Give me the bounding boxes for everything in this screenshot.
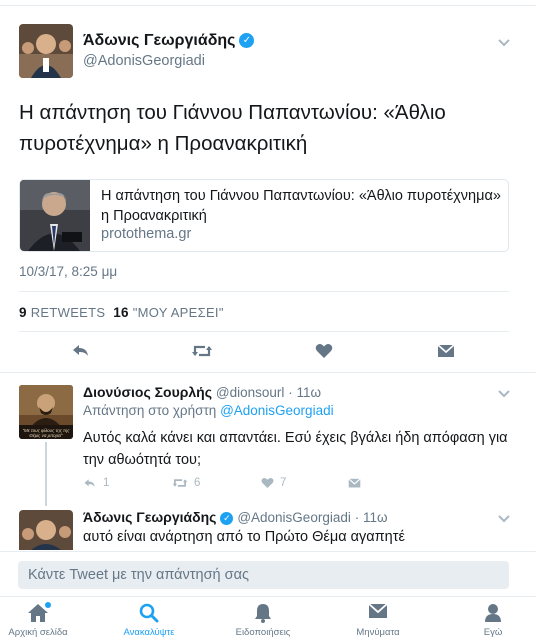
retweet-action[interactable]: 6	[172, 477, 200, 489]
likes-count: 16	[113, 305, 129, 320]
avatar-caption: "Με τους φίλους της της Θέμις να μπορεί"	[22, 428, 70, 438]
reply-text: Αυτός καλά κάνει και απαντάει. Εσύ έχεις…	[83, 430, 508, 468]
reply-time[interactable]: · 11ω	[288, 385, 321, 400]
author-name[interactable]: Άδωνις Γεωργιάδης	[83, 32, 235, 49]
heart-icon	[261, 477, 274, 489]
thread-connector	[45, 442, 47, 506]
person-icon	[485, 604, 501, 622]
tab-label: Ειδοποιήσεις	[235, 627, 291, 638]
heart-icon[interactable]	[315, 343, 333, 359]
reply-author-handle[interactable]: @AdonisGeorgiadi	[237, 510, 351, 525]
reply-count: 1	[103, 477, 110, 489]
reply-action[interactable]: 1	[83, 477, 109, 489]
direct-message-icon[interactable]	[348, 478, 361, 489]
replying-to: Απάντηση στο χρήστη @AdonisGeorgiadi	[83, 403, 334, 418]
tweet-text: Η απάντηση του Γιάννου Παπαντωνίου: «Άθλ…	[19, 101, 446, 155]
author-name-row[interactable]: Άδωνις Γεωργιάδης ✓	[83, 32, 255, 50]
tab-explore[interactable]: Ανακαλύψτε	[94, 597, 204, 640]
reply-icon	[84, 478, 95, 487]
divider	[0, 372, 536, 373]
like-action[interactable]: 7	[261, 477, 286, 489]
likes-stat[interactable]: 16 "ΜΟΥ ΑΡΕΣΕΙ"	[113, 305, 224, 320]
tab-me[interactable]: Εγώ	[438, 597, 536, 640]
divider	[19, 291, 509, 292]
likes-label: "ΜΟΥ ΑΡΕΣΕΙ"	[132, 305, 224, 320]
direct-message-icon[interactable]	[437, 344, 455, 359]
top-divider	[0, 0, 536, 6]
bell-icon	[255, 604, 271, 623]
envelope-icon	[368, 603, 388, 618]
retweets-stat[interactable]: 9 RETWEETS	[19, 305, 105, 320]
reply-author-name[interactable]: Άδωνις Γεωργιάδης	[83, 509, 216, 525]
divider	[19, 331, 509, 332]
replying-to-link[interactable]: @AdonisGeorgiadi	[220, 403, 334, 418]
tab-messages[interactable]: Μηνύματα	[323, 597, 433, 640]
chevron-down-icon[interactable]	[497, 514, 511, 524]
retweet-icon	[172, 479, 188, 487]
retweets-count: 9	[19, 305, 27, 320]
reply-text: αυτό είναι ανάρτηση από το Πρώτο Θέμα αγ…	[83, 529, 405, 545]
reply-author-name[interactable]: Διονύσιος Σουρλής	[83, 384, 212, 400]
replying-prefix: Απάντηση στο χρήστη	[83, 403, 217, 418]
author-handle[interactable]: @AdonisGeorgiadi	[83, 53, 205, 69]
reply-author-handle[interactable]: @dionsourl	[216, 385, 285, 400]
verified-badge-icon: ✓	[239, 33, 255, 49]
retweet-count: 6	[194, 477, 201, 489]
avatar[interactable]	[19, 510, 73, 550]
reply-author-row[interactable]: Διονύσιος Σουρλής @dionsourl · 11ω	[83, 384, 321, 400]
card-title: Η απάντηση του Γιάννου Παπαντωνίου: «Άθλ…	[101, 188, 501, 224]
tab-notifications[interactable]: Ειδοποιήσεις	[208, 597, 318, 640]
notification-dot	[45, 602, 51, 608]
reply-composer-input[interactable]: Κάντε Tweet με την απάντησή σας	[18, 561, 509, 589]
bottom-tab-bar: Αρχική σελίδα Ανακαλύψτε Ειδοποιήσεις Μη…	[0, 596, 536, 640]
engagement-stats: 9 RETWEETS 16 "ΜΟΥ ΑΡΕΣΕΙ"	[19, 305, 224, 320]
tab-home[interactable]: Αρχική σελίδα	[0, 597, 93, 640]
tab-label: Εγώ	[483, 627, 503, 638]
reply-icon[interactable]	[71, 343, 91, 359]
like-count: 7	[280, 477, 287, 489]
avatar[interactable]	[19, 24, 73, 78]
author-photo	[19, 510, 73, 550]
tab-label: Αρχική σελίδα	[8, 627, 68, 638]
avatar[interactable]: "Με τους φίλους της της Θέμις να μπορεί"	[19, 385, 73, 439]
card-domain: protothema.gr	[101, 226, 192, 242]
card-thumbnail	[20, 180, 90, 251]
link-card[interactable]: Η απάντηση του Γιάννου Παπαντωνίου: «Άθλ…	[19, 179, 509, 252]
reply-author-row[interactable]: Άδωνις Γεωργιάδης ✓ @AdonisGeorgiadi · 11…	[83, 509, 388, 525]
author-photo	[19, 24, 73, 78]
verified-badge-icon: ✓	[220, 511, 234, 525]
search-icon	[139, 603, 159, 623]
timestamp[interactable]: 10/3/17, 8:25 μμ	[19, 264, 117, 279]
chevron-down-icon[interactable]	[497, 38, 511, 48]
reply-time[interactable]: · 11ω	[355, 510, 388, 525]
retweets-label: RETWEETS	[30, 305, 106, 320]
chevron-down-icon[interactable]	[497, 389, 511, 399]
retweet-icon[interactable]	[191, 343, 213, 359]
tab-label: Ανακαλύψτε	[123, 627, 175, 638]
tab-label: Μηνύματα	[356, 627, 400, 638]
